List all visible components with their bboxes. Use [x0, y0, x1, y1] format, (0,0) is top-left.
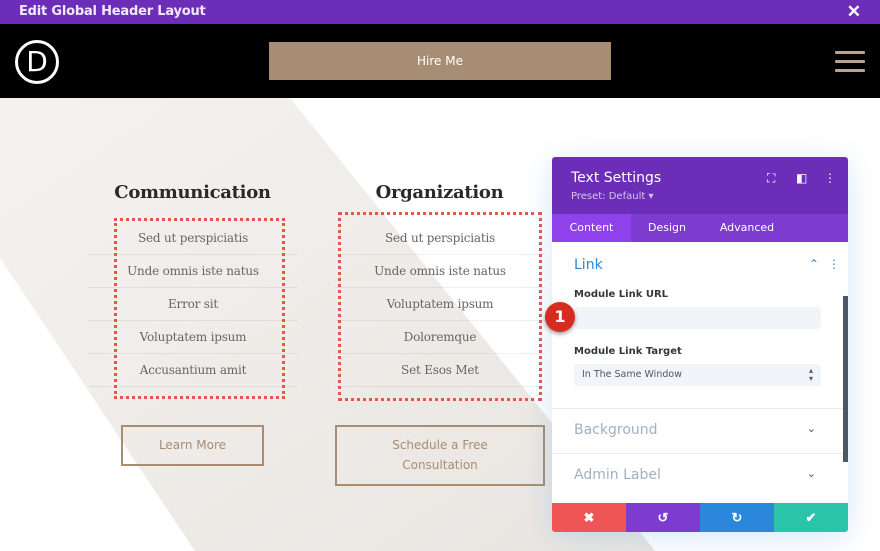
hire-me-button[interactable]: Hire Me — [269, 42, 611, 80]
module-link-target-select[interactable]: In The Same Window ▴ ▾ — [574, 364, 821, 386]
column-communication: Communication — [90, 182, 295, 203]
tab-content[interactable]: Content — [552, 214, 631, 242]
select-arrows-icon: ▴ ▾ — [808, 366, 813, 383]
section-title: Background — [574, 422, 658, 438]
hamburger-icon[interactable] — [835, 51, 865, 73]
window-titlebar: Edit Global Header Layout ✕ — [0, 0, 880, 24]
highlight-outline — [114, 218, 285, 399]
panel-tabs: Content Design Advanced — [552, 214, 848, 242]
preset-dropdown[interactable]: Preset: Default ▾ — [571, 191, 653, 202]
check-icon: ✔ — [805, 510, 817, 525]
split-view-icon[interactable]: ◧ — [796, 171, 807, 185]
section-options-icon[interactable]: ⋮ — [828, 257, 840, 271]
module-link-target-label: Module Link Target — [574, 346, 682, 357]
select-value: In The Same Window — [582, 369, 682, 380]
panel-footer: ✖ ↺ ↻ ✔ — [552, 503, 848, 532]
tab-advanced[interactable]: Advanced — [703, 214, 791, 242]
cancel-button[interactable]: ✖ — [552, 503, 626, 532]
highlight-outline — [338, 212, 542, 401]
redo-icon: ↻ — [731, 510, 743, 525]
panel-title: Text Settings — [571, 170, 662, 186]
column-organization: Organization — [337, 182, 542, 203]
more-options-icon[interactable]: ⋮ — [824, 171, 836, 185]
annotation-badge: 1 — [545, 302, 575, 332]
undo-button[interactable]: ↺ — [626, 503, 700, 532]
text-settings-panel: Text Settings Preset: Default ▾ ⛶ ◧ ⋮ Co… — [552, 157, 848, 532]
panel-header: Text Settings Preset: Default ▾ ⛶ ◧ ⋮ — [552, 157, 848, 214]
redo-button[interactable]: ↻ — [700, 503, 774, 532]
section-admin-label[interactable]: Admin Label ⌄ — [552, 453, 844, 498]
section-title-link[interactable]: Link — [574, 257, 603, 273]
section-background[interactable]: Background ⌄ — [552, 408, 844, 453]
panel-scrollbar[interactable] — [843, 296, 848, 462]
site-header: D Hire Me — [0, 24, 880, 98]
chevron-down-icon: ⌄ — [806, 468, 816, 480]
tab-design[interactable]: Design — [631, 214, 703, 242]
fullscreen-icon[interactable]: ⛶ — [767, 171, 775, 186]
save-button[interactable]: ✔ — [774, 503, 848, 532]
chevron-down-icon: ⌄ — [806, 423, 816, 435]
chevron-up-icon[interactable]: ⌃ — [809, 257, 819, 271]
learn-more-button[interactable]: Learn More — [121, 425, 264, 466]
module-link-url-input[interactable] — [574, 307, 821, 329]
close-icon: ✖ — [583, 510, 595, 525]
window-title: Edit Global Header Layout — [19, 4, 206, 19]
column-title: Organization — [375, 182, 504, 203]
module-link-url-label: Module Link URL — [574, 289, 669, 300]
schedule-consultation-button[interactable]: Schedule a Free Consultation — [335, 425, 545, 486]
undo-icon: ↺ — [657, 510, 669, 525]
logo[interactable]: D — [15, 40, 59, 84]
section-title: Admin Label — [574, 467, 661, 483]
column-title: Communication — [114, 182, 271, 203]
close-icon[interactable]: ✕ — [847, 2, 861, 22]
